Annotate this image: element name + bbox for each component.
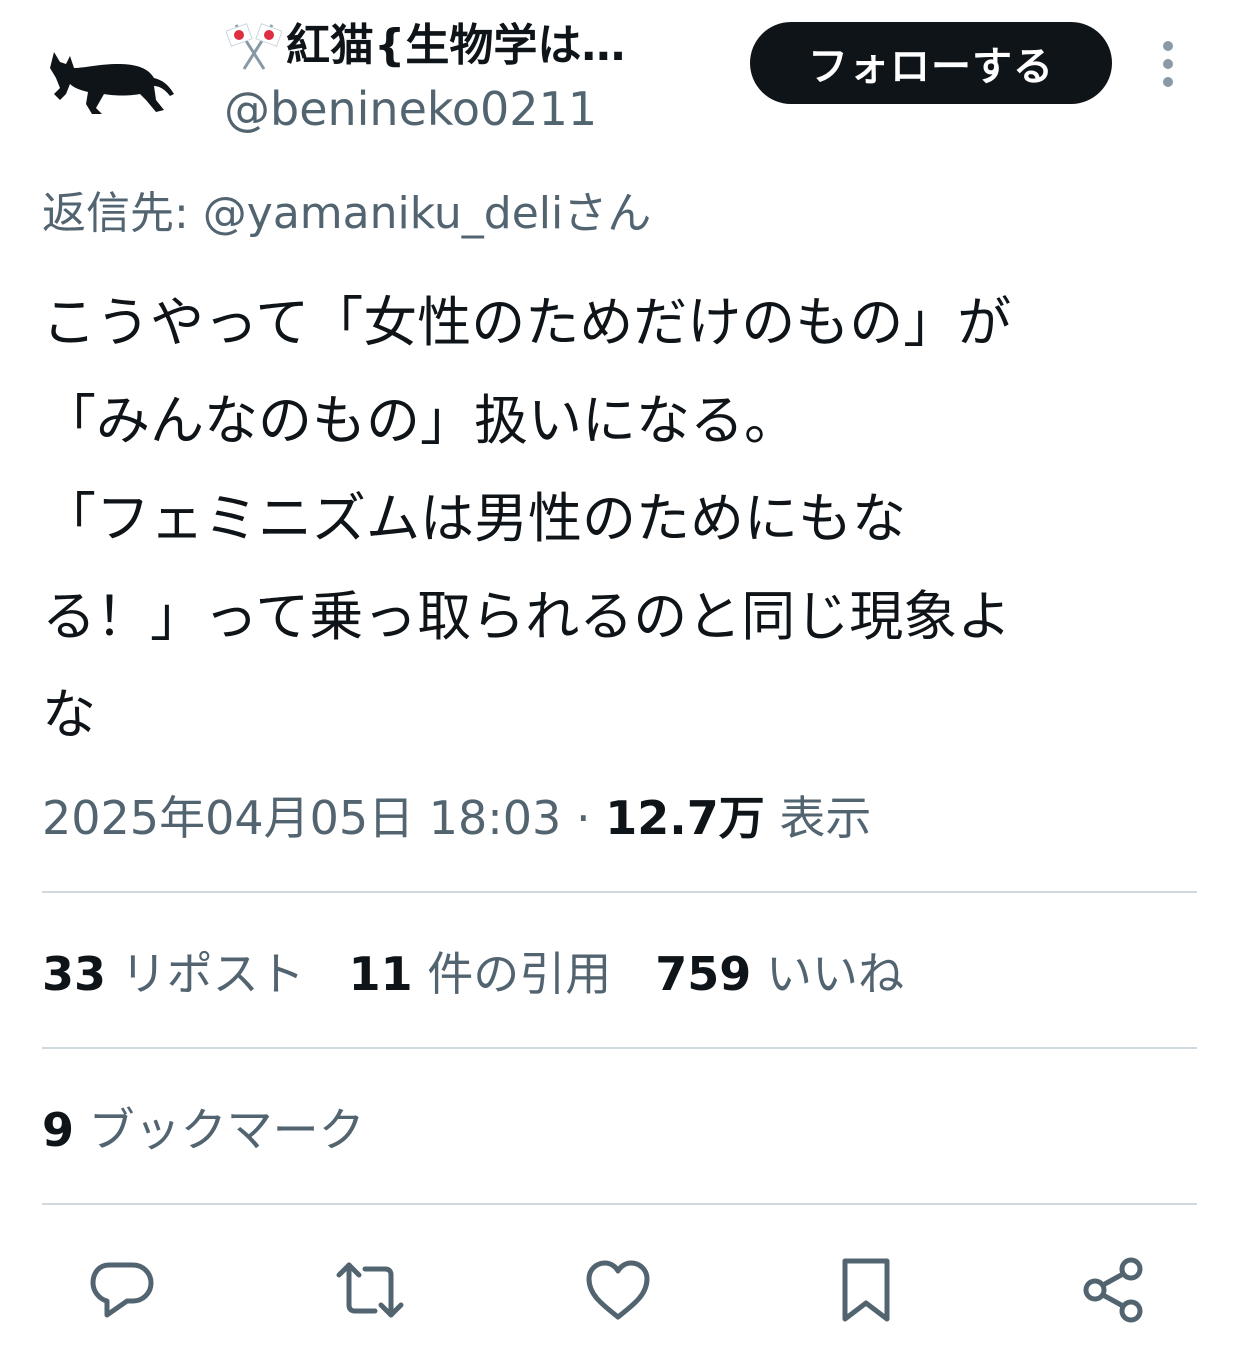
tweet-line: 「みんなのもの」扱いになる。: [42, 389, 798, 452]
timestamp[interactable]: 2025年04月05日 18:03: [42, 791, 561, 845]
divider: [42, 891, 1197, 893]
tweet-line: 「フェミニズムは男性のためにもな: [42, 487, 906, 550]
follow-button[interactable]: フォローする: [750, 22, 1112, 104]
tweet-meta: 2025年04月05日 18:03 · 12.7万 表示: [42, 788, 871, 848]
reposts-label: リポスト: [120, 947, 305, 1001]
quotes-stat[interactable]: 11 件の引用: [349, 944, 612, 1004]
tweet-line: な: [42, 683, 96, 746]
display-name-row[interactable]: 紅猫{生物学は…: [225, 16, 626, 76]
divider: [42, 1203, 1197, 1205]
bookmarks-stat: 9 ブックマーク: [42, 1100, 365, 1160]
share-icon[interactable]: [1074, 1250, 1154, 1330]
avatar[interactable]: [44, 38, 180, 118]
crossed-japan-flags-icon: [225, 21, 283, 71]
bookmarks-count: 9: [42, 1103, 75, 1157]
bookmarks-label: ブックマーク: [88, 1103, 365, 1157]
meta-separator: ·: [561, 791, 606, 845]
heart-icon[interactable]: [578, 1250, 658, 1330]
black-cat-icon: [50, 52, 174, 114]
tweet-header: 紅猫{生物学は… @benineko0211 フォローする: [0, 0, 1238, 150]
divider: [42, 1047, 1197, 1049]
display-name: 紅猫{生物学は…: [286, 20, 626, 71]
tweet-text: こうやって「女性のためだけのもの」が 「みんなのもの」扱いになる。 「フェミニズ…: [42, 274, 1192, 764]
views-count: 12.7万: [605, 791, 765, 845]
views-label: 表示: [764, 791, 872, 845]
tweet-line: る！」って乗っ取られるのと同じ現象よ: [42, 585, 1012, 648]
quotes-label: 件の引用: [427, 947, 612, 1001]
action-bar: [0, 1250, 1238, 1330]
engagement-stats: 33 リポスト 11 件の引用 759 いいね: [42, 944, 948, 1004]
user-handle[interactable]: @benineko0211: [224, 80, 597, 138]
vertical-dots-icon[interactable]: [1150, 38, 1186, 90]
quotes-count: 11: [348, 947, 413, 1001]
reply-icon[interactable]: [82, 1250, 162, 1330]
reply-to-label[interactable]: 返信先: @yamaniku_deliさん: [42, 184, 651, 244]
bookmark-icon[interactable]: [826, 1250, 906, 1330]
reposts-stat[interactable]: 33 リポスト: [42, 944, 305, 1004]
reposts-count: 33: [42, 947, 107, 1001]
likes-stat[interactable]: 759 いいね: [655, 944, 904, 1004]
likes-count: 759: [655, 947, 752, 1001]
tweet-line: こうやって「女性のためだけのもの」が: [42, 291, 1012, 354]
likes-label: いいね: [765, 947, 904, 1001]
repost-icon[interactable]: [330, 1250, 410, 1330]
